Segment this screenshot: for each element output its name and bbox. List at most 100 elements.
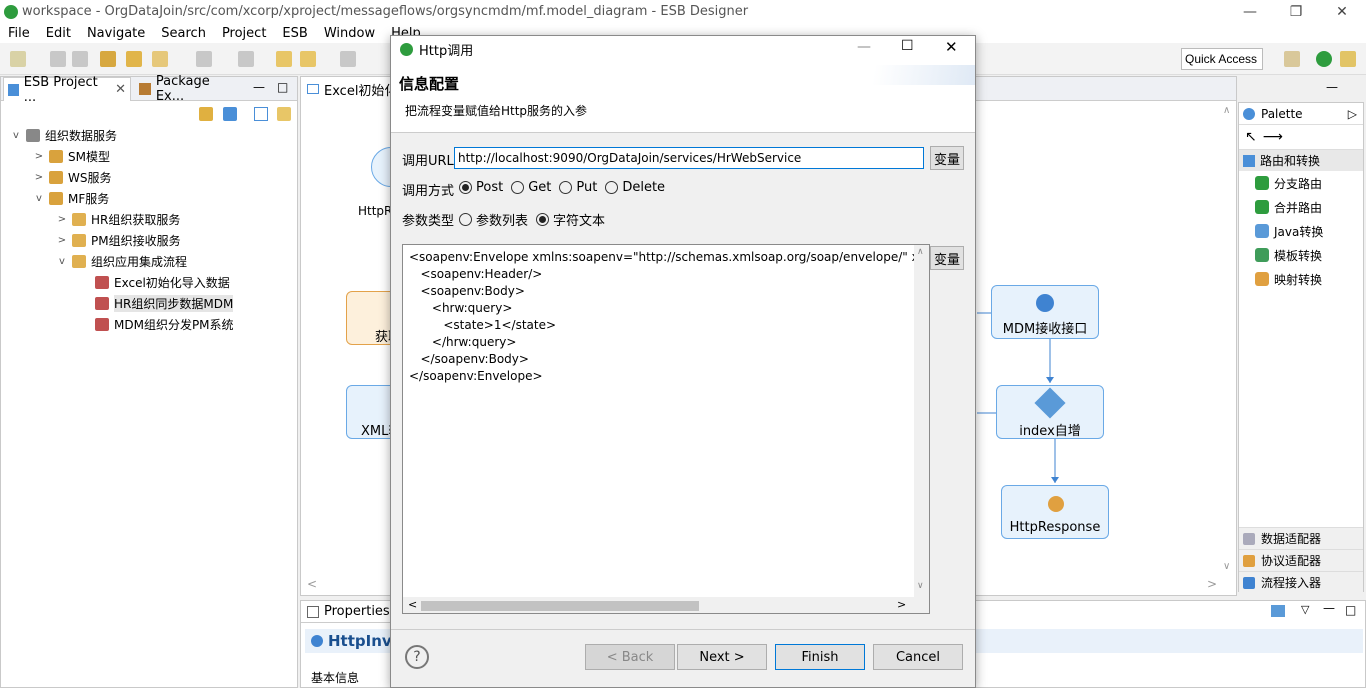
pin-icon[interactable] bbox=[1271, 605, 1285, 617]
body-variable-button[interactable]: 变量 bbox=[930, 246, 964, 270]
scroll-left-icon[interactable]: < bbox=[408, 598, 417, 611]
view-menu-icon[interactable]: ▽ bbox=[1301, 603, 1309, 616]
menu-search[interactable]: Search bbox=[153, 26, 214, 41]
tree-item[interactable]: MDM组织分发PM系统 bbox=[1, 314, 299, 335]
palette-item[interactable]: 映射转换 bbox=[1239, 267, 1363, 291]
select-tool-icon[interactable]: ↖ bbox=[1245, 129, 1257, 145]
tab-properties[interactable]: Properties bbox=[301, 601, 397, 623]
esb-perspective-icon[interactable] bbox=[1316, 51, 1332, 67]
build-icon[interactable] bbox=[100, 51, 116, 67]
tree-item[interactable]: v 组织应用集成流程 bbox=[1, 251, 299, 272]
url-input[interactable] bbox=[454, 147, 924, 169]
scroll-thumb[interactable] bbox=[421, 601, 699, 611]
finish-button[interactable]: Finish bbox=[775, 644, 865, 670]
request-body-editor[interactable]: <soapenv:Envelope xmlns:soapenv="http://… bbox=[402, 244, 930, 614]
dialog-minimize-icon[interactable]: — bbox=[857, 39, 871, 55]
close-icon[interactable]: ✕ bbox=[115, 82, 126, 97]
json-perspective-icon[interactable] bbox=[1340, 51, 1356, 67]
tab-esb-project[interactable]: ESB Project ... ✕ bbox=[3, 75, 131, 105]
cancel-button[interactable]: Cancel bbox=[873, 644, 963, 670]
chevron-right-icon[interactable]: > bbox=[32, 151, 46, 162]
minimize-icon[interactable]: — bbox=[1227, 0, 1273, 23]
menu-esb[interactable]: ESB bbox=[274, 26, 315, 41]
link-editor-icon[interactable] bbox=[277, 107, 291, 121]
prev-annotation-icon[interactable] bbox=[238, 51, 254, 67]
dialog-close-icon[interactable]: ✕ bbox=[945, 38, 958, 56]
tree-item[interactable]: HR组织同步数据MDM bbox=[1, 293, 299, 314]
tree-item[interactable]: v MF服务 bbox=[1, 188, 299, 209]
collapse-all-icon[interactable] bbox=[223, 107, 237, 121]
url-variable-button[interactable]: 变量 bbox=[930, 146, 964, 170]
menu-file[interactable]: File bbox=[0, 26, 38, 41]
menu-edit[interactable]: Edit bbox=[38, 26, 79, 41]
menu-window[interactable]: Window bbox=[316, 26, 383, 41]
filter-icon[interactable] bbox=[254, 107, 268, 121]
menu-navigate[interactable]: Navigate bbox=[79, 26, 153, 41]
radio-get[interactable]: Get bbox=[511, 180, 551, 195]
wand-icon[interactable] bbox=[152, 51, 168, 67]
tree-item[interactable]: Excel初始化导入数据 bbox=[1, 272, 299, 293]
new-icon[interactable] bbox=[10, 51, 26, 67]
palette-item[interactable]: 合并路由 bbox=[1239, 195, 1363, 219]
palette-item[interactable]: 模板转换 bbox=[1239, 243, 1363, 267]
palette-group-routing[interactable]: 路由和转换 bbox=[1239, 149, 1363, 171]
next-button[interactable]: Next > bbox=[677, 644, 767, 670]
scroll-down-icon[interactable]: ∨ bbox=[1223, 561, 1230, 572]
scroll-up-icon[interactable]: ∧ bbox=[1223, 105, 1230, 116]
minimize-view-icon[interactable]: — bbox=[253, 80, 265, 94]
last-edit-icon[interactable] bbox=[276, 51, 292, 67]
forward-icon[interactable] bbox=[340, 51, 356, 67]
help-icon[interactable]: ? bbox=[405, 645, 429, 669]
scroll-left-icon[interactable]: < bbox=[307, 577, 317, 591]
menu-project[interactable]: Project bbox=[214, 26, 274, 41]
tab-package-explorer[interactable]: Package Ex... bbox=[135, 74, 245, 104]
palette-item[interactable]: Java转换 bbox=[1239, 219, 1363, 243]
chevron-right-icon[interactable]: > bbox=[32, 172, 46, 183]
palette-group[interactable]: 协议适配器 bbox=[1239, 549, 1363, 571]
dialog-maximize-icon[interactable]: ☐ bbox=[901, 38, 914, 54]
close-icon[interactable]: ✕ bbox=[1319, 0, 1365, 23]
section-basic-info[interactable]: 基本信息 bbox=[311, 669, 359, 686]
chevron-down-icon[interactable]: v bbox=[55, 256, 69, 267]
minimize-view-icon[interactable]: — bbox=[1326, 80, 1338, 94]
tree-item-label: 组织数据服务 bbox=[45, 129, 118, 143]
scroll-right-icon[interactable]: > bbox=[1207, 577, 1217, 591]
palette-group[interactable]: 数据适配器 bbox=[1239, 527, 1363, 549]
radio-put[interactable]: Put bbox=[559, 180, 597, 195]
sync-icon[interactable] bbox=[199, 107, 213, 121]
tree-item[interactable]: > HR组织获取服务 bbox=[1, 209, 299, 230]
connection-tool-icon[interactable]: ⟶ bbox=[1263, 129, 1283, 145]
radio-delete[interactable]: Delete bbox=[605, 180, 665, 195]
tree-item[interactable]: v 组织数据服务 bbox=[1, 125, 299, 146]
palette-toggle-icon[interactable]: ▷ bbox=[1348, 107, 1357, 121]
save-all-icon[interactable] bbox=[72, 51, 88, 67]
palette-group[interactable]: 流程接入器 bbox=[1239, 571, 1363, 593]
maximize-view-icon[interactable]: □ bbox=[1345, 603, 1356, 617]
save-icon[interactable] bbox=[50, 51, 66, 67]
open-perspective-icon[interactable] bbox=[1284, 51, 1300, 67]
chevron-right-icon[interactable]: > bbox=[55, 214, 69, 225]
scroll-up-icon[interactable]: ∧ bbox=[917, 247, 924, 257]
tree-item[interactable]: > SM模型 bbox=[1, 146, 299, 167]
quick-access-input[interactable] bbox=[1181, 48, 1263, 70]
back-button[interactable]: < Back bbox=[585, 644, 675, 670]
tree-item[interactable]: > PM组织接收服务 bbox=[1, 230, 299, 251]
tree-item[interactable]: > WS服务 bbox=[1, 167, 299, 188]
chevron-down-icon[interactable]: v bbox=[9, 130, 23, 141]
radio-param-list[interactable]: 参数列表 bbox=[459, 210, 528, 229]
next-annotation-icon[interactable] bbox=[196, 51, 212, 67]
restore-icon[interactable]: ❐ bbox=[1273, 0, 1319, 23]
palette-item[interactable]: 分支路由 bbox=[1239, 171, 1363, 195]
radio-post[interactable]: Post bbox=[459, 180, 503, 195]
horizontal-scrollbar[interactable]: < > bbox=[403, 597, 929, 613]
minimize-view-icon[interactable]: — bbox=[1323, 601, 1335, 615]
scroll-down-icon[interactable]: ∨ bbox=[917, 581, 924, 591]
back-icon[interactable] bbox=[300, 51, 316, 67]
radio-text[interactable]: 字符文本 bbox=[536, 210, 605, 229]
chevron-down-icon[interactable]: v bbox=[32, 193, 46, 204]
vertical-scrollbar[interactable]: ∧ ∨ bbox=[914, 245, 929, 597]
chevron-right-icon[interactable]: > bbox=[55, 235, 69, 246]
open-folder-icon[interactable] bbox=[126, 51, 142, 67]
maximize-view-icon[interactable]: □ bbox=[277, 80, 288, 94]
scroll-right-icon[interactable]: > bbox=[897, 598, 906, 611]
